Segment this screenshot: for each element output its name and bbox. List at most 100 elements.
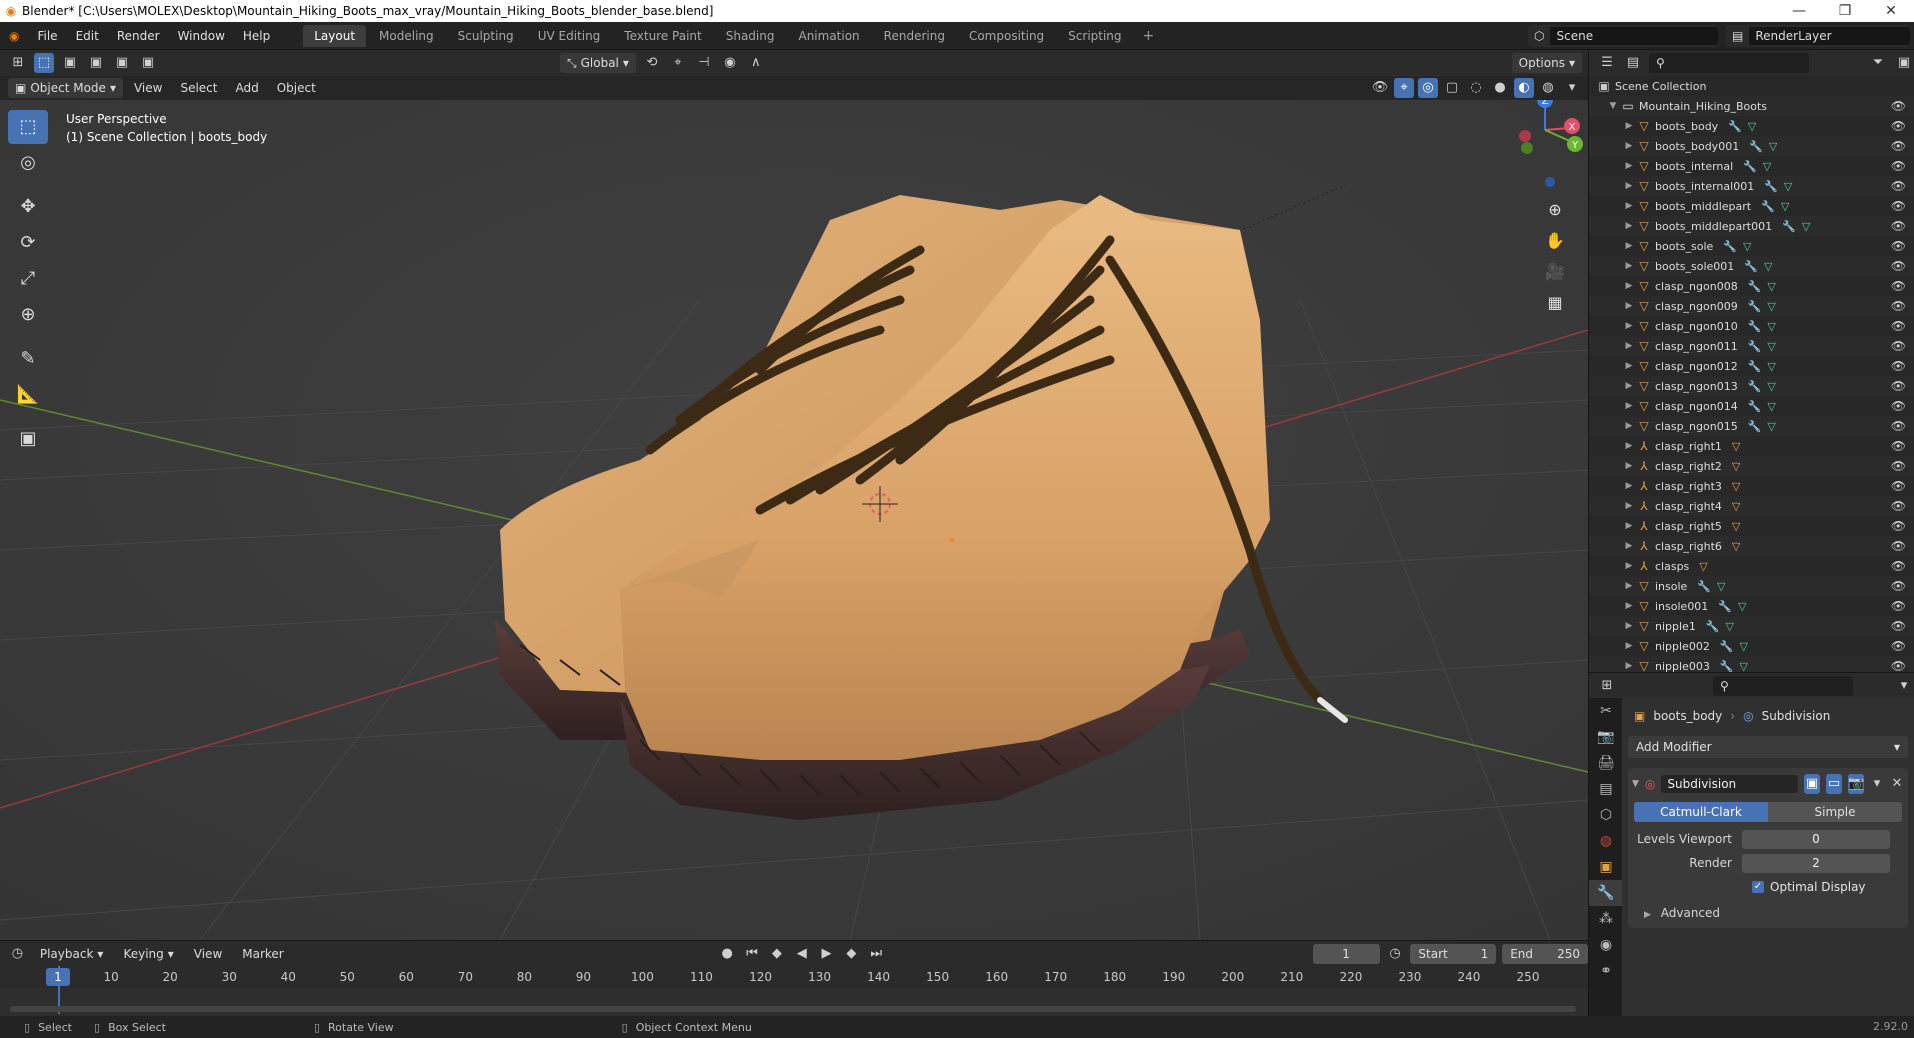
constraints-tab-icon[interactable]: ⚭ [1589, 958, 1623, 984]
outliner-item[interactable]: ▶ ▽ clasp_ngon011 🔧 ▽ 👁 [1589, 336, 1914, 356]
chevron-right-icon[interactable]: ▶ [1623, 341, 1635, 351]
modifier-wrench-icon[interactable]: 🔧 [1748, 400, 1762, 413]
scene-name[interactable]: Scene [1550, 27, 1718, 45]
modifier-wrench-icon[interactable]: 🔧 [1697, 580, 1711, 593]
tab-compositing[interactable]: Compositing [958, 25, 1055, 47]
select-box-tool[interactable]: ⬚ [8, 110, 48, 144]
tab-texture-paint[interactable]: Texture Paint [613, 25, 712, 47]
cursor-tool[interactable]: ◎ [8, 146, 48, 180]
chevron-right-icon[interactable]: ▶ [1623, 321, 1635, 331]
select-subtract-icon[interactable]: ▣ [112, 53, 132, 73]
select-mode-icon[interactable]: ⬚ [34, 53, 54, 73]
outliner-item[interactable]: ▶ ▽ clasp_ngon015 🔧 ▽ 👁 [1589, 416, 1914, 436]
eye-icon[interactable]: 👁 [1891, 119, 1906, 133]
tool-tab-icon[interactable]: ✂ [1589, 698, 1623, 724]
eye-icon[interactable]: 👁 [1891, 399, 1906, 413]
catmull-clark-button[interactable]: Catmull-Clark [1634, 802, 1768, 822]
mesh-data-icon[interactable]: ▽ [1726, 620, 1734, 633]
transform-tool[interactable]: ⊕ [8, 298, 48, 332]
overlay-icon[interactable]: ◎ [1418, 78, 1438, 98]
render-layer-selector[interactable]: ▤ RenderLayer [1726, 25, 1910, 47]
outliner-item[interactable]: ▶ ▽ clasp_ngon010 🔧 ▽ 👁 [1589, 316, 1914, 336]
mesh-data-icon[interactable]: ▽ [1767, 300, 1775, 313]
eye-icon[interactable]: 👁 [1891, 619, 1906, 633]
mesh-data-icon[interactable]: ▽ [1767, 280, 1775, 293]
shading-wireframe-icon[interactable]: ◌ [1466, 78, 1486, 98]
chevron-down-icon[interactable]: ▾ [1870, 774, 1884, 794]
xray-icon[interactable]: ▢ [1442, 78, 1462, 98]
chevron-right-icon[interactable]: ▶ [1623, 661, 1635, 671]
eye-icon[interactable]: 👁 [1891, 99, 1906, 113]
chevron-right-icon[interactable]: ▶ [1623, 421, 1635, 431]
outliner-item[interactable]: ▶ ▽ boots_sole 🔧 ▽ 👁 [1589, 236, 1914, 256]
chevron-right-icon[interactable]: ▶ [1623, 241, 1635, 251]
tab-layout[interactable]: Layout [303, 24, 367, 47]
mesh-data-icon[interactable]: ▽ [1763, 160, 1771, 173]
world-tab-icon[interactable]: ◍ [1589, 828, 1623, 854]
modifier-wrench-icon[interactable]: 🔧 [1706, 620, 1720, 633]
new-collection-icon[interactable]: ▣ [1894, 53, 1914, 73]
view-layer-tab-icon[interactable]: ▤ [1589, 776, 1623, 802]
outliner-item[interactable]: ▶ ▽ clasp_ngon013 🔧 ▽ 👁 [1589, 376, 1914, 396]
prev-keyframe-icon[interactable]: ◆ [767, 944, 786, 964]
display-mode-icon[interactable]: ▤ [1623, 53, 1643, 73]
eye-icon[interactable]: 👁 [1891, 339, 1906, 353]
outliner-item[interactable]: ▶ ⅄ clasps ▽ 👁 [1589, 556, 1914, 576]
armature-data-icon[interactable]: ▽ [1699, 560, 1707, 573]
add-cube-tool[interactable]: ▣ [8, 422, 48, 456]
filter-icon[interactable]: ⏷ [1868, 53, 1888, 73]
tab-sculpting[interactable]: Sculpting [447, 25, 525, 47]
outliner-item[interactable]: ▶ ⅄ clasp_right5 ▽ 👁 [1589, 516, 1914, 536]
render-layer-name[interactable]: RenderLayer [1749, 27, 1910, 45]
physics-tab-icon[interactable]: ◉ [1589, 932, 1623, 958]
editor-type-icon[interactable]: ⊞ [8, 53, 28, 73]
particles-tab-icon[interactable]: ⁂ [1589, 906, 1623, 932]
output-tab-icon[interactable]: 🖨 [1589, 750, 1623, 776]
visibility-icon[interactable]: 👁 [1370, 78, 1390, 98]
modifier-wrench-icon[interactable]: 🔧 [1761, 200, 1775, 213]
chevron-right-icon[interactable]: ▶ [1623, 641, 1635, 651]
outliner-item[interactable]: ▶ ▽ clasp_ngon008 🔧 ▽ 👁 [1589, 276, 1914, 296]
chevron-right-icon[interactable]: ▶ [1623, 481, 1635, 491]
outliner-search-input[interactable]: ⚲ [1649, 53, 1809, 73]
measure-tool[interactable]: 📐 [8, 378, 48, 412]
viewport-toggle-icon[interactable]: ▭ [1826, 774, 1842, 794]
select-new-icon[interactable]: ▣ [60, 53, 80, 73]
mesh-data-icon[interactable]: ▽ [1740, 640, 1748, 653]
eye-icon[interactable]: 👁 [1891, 419, 1906, 433]
scale-tool[interactable]: ⤢ [8, 262, 48, 296]
outliner-item[interactable]: ▶ ▽ nipple1 🔧 ▽ 👁 [1589, 616, 1914, 636]
tab-shading[interactable]: Shading [715, 25, 786, 47]
end-frame-field[interactable]: End 250 [1502, 943, 1588, 964]
modifier-wrench-icon[interactable]: 🔧 [1720, 640, 1734, 653]
outliner-item[interactable]: ▶ ▽ nipple003 🔧 ▽ 👁 [1589, 656, 1914, 672]
perspective-grid-icon[interactable]: ▦ [1540, 288, 1570, 318]
menu-view[interactable]: View [127, 78, 169, 98]
eye-icon[interactable]: 👁 [1891, 599, 1906, 613]
eye-icon[interactable]: 👁 [1891, 219, 1906, 233]
eye-icon[interactable]: 👁 [1891, 659, 1906, 672]
jump-end-icon[interactable]: ⏭ [867, 944, 886, 964]
jump-start-icon[interactable]: ⏮ [743, 944, 762, 964]
chevron-right-icon[interactable]: ▶ [1623, 621, 1635, 631]
eye-icon[interactable]: 👁 [1891, 279, 1906, 293]
chevron-right-icon[interactable]: ▶ [1623, 521, 1635, 531]
mesh-data-icon[interactable]: ▽ [1743, 240, 1751, 253]
eye-icon[interactable]: 👁 [1891, 559, 1906, 573]
advanced-subpanel[interactable]: ▶ Advanced [1632, 906, 1904, 920]
menu-keying[interactable]: Keying ▾ [116, 944, 180, 964]
outliner-item[interactable]: ▶ ▽ boots_internal 🔧 ▽ 👁 [1589, 156, 1914, 176]
proportional-edit-icon[interactable]: ◉ [720, 53, 740, 73]
menu-render[interactable]: Render [108, 22, 169, 50]
modifier-wrench-icon[interactable]: 🔧 [1718, 600, 1732, 613]
mesh-data-icon[interactable]: ▽ [1738, 600, 1746, 613]
armature-data-icon[interactable]: ▽ [1732, 480, 1740, 493]
chevron-right-icon[interactable]: ▶ [1623, 401, 1635, 411]
timeline[interactable]: 10 20 30 40 50 60 70 80 90 100 110 120 130 140 150 160 1… [0, 966, 1588, 1016]
outliner-editor-icon[interactable]: ☰ [1597, 53, 1617, 73]
eye-icon[interactable]: 👁 [1891, 159, 1906, 173]
modifier-wrench-icon[interactable]: 🔧 [1748, 300, 1762, 313]
camera-view-icon[interactable]: 🎥 [1540, 257, 1570, 287]
modifier-name-field[interactable]: Subdivision [1661, 775, 1798, 793]
armature-data-icon[interactable]: ▽ [1732, 440, 1740, 453]
